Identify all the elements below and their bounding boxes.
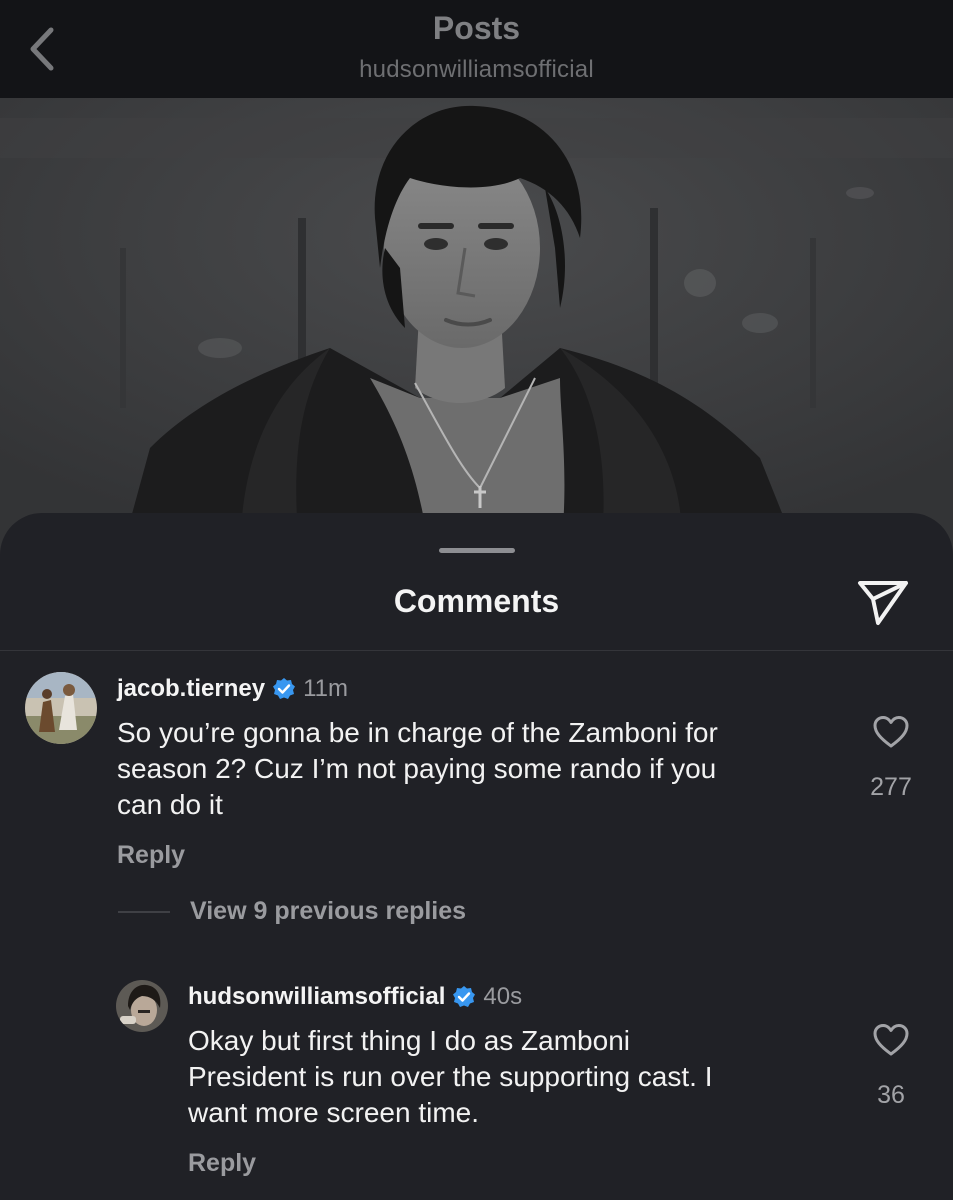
reply-button[interactable]: Reply — [188, 1149, 256, 1178]
comment-timestamp: 11m — [303, 675, 348, 702]
send-icon — [858, 581, 908, 625]
comments-title: Comments — [393, 583, 560, 619]
comment-text-line: can do it — [117, 789, 223, 820]
thread-line — [118, 910, 170, 913]
comment-text: So you’re gonna be in charge of the Zamb… — [117, 715, 718, 823]
page-subtitle-username[interactable]: hudsonwilliamsofficial — [0, 56, 953, 84]
like-button[interactable] — [869, 712, 913, 752]
reply-button[interactable]: Reply — [117, 841, 185, 870]
reply-text-line: Okay but first thing I do as Zamboni — [188, 1025, 630, 1056]
sheet-grabber-handle[interactable] — [439, 548, 515, 553]
like-count: 36 — [877, 1081, 905, 1109]
post-photo[interactable] — [0, 98, 953, 558]
top-nav-bar: Posts hudsonwilliamsofficial — [0, 0, 953, 98]
share-button[interactable] — [854, 575, 912, 629]
comment-username[interactable]: jacob.tierney — [117, 675, 265, 703]
reply-username[interactable]: hudsonwilliamsofficial — [188, 983, 445, 1011]
view-previous-replies-label: View 9 previous replies — [190, 897, 467, 925]
view-previous-replies-button[interactable]: View 9 previous replies — [118, 897, 466, 926]
avatar-image — [25, 672, 97, 744]
reply-text: Okay but first thing I do as Zamboni Pre… — [188, 1023, 713, 1131]
avatar[interactable] — [25, 672, 97, 744]
comment-text-line: season 2? Cuz I’m not paying some rando … — [117, 753, 717, 784]
comments-sheet: Comments jacob.tierney 11m So you’re gon… — [0, 513, 953, 1200]
verified-badge-icon — [272, 677, 296, 701]
avatar-image — [116, 980, 168, 1032]
reply-text-line: President is run over the supporting cas… — [188, 1061, 713, 1092]
page-title: Posts — [432, 10, 521, 46]
reply-timestamp: 40s — [483, 983, 523, 1010]
reply-text-line: want more screen time. — [188, 1097, 479, 1128]
like-button[interactable] — [869, 1020, 913, 1060]
heart-icon — [873, 1024, 909, 1056]
comment-text-line: So you’re gonna be in charge of the Zamb… — [117, 717, 718, 748]
verified-badge-icon — [452, 985, 476, 1009]
heart-icon — [873, 716, 909, 748]
avatar[interactable] — [116, 980, 168, 1032]
like-count: 277 — [870, 773, 912, 801]
divider — [0, 650, 953, 651]
